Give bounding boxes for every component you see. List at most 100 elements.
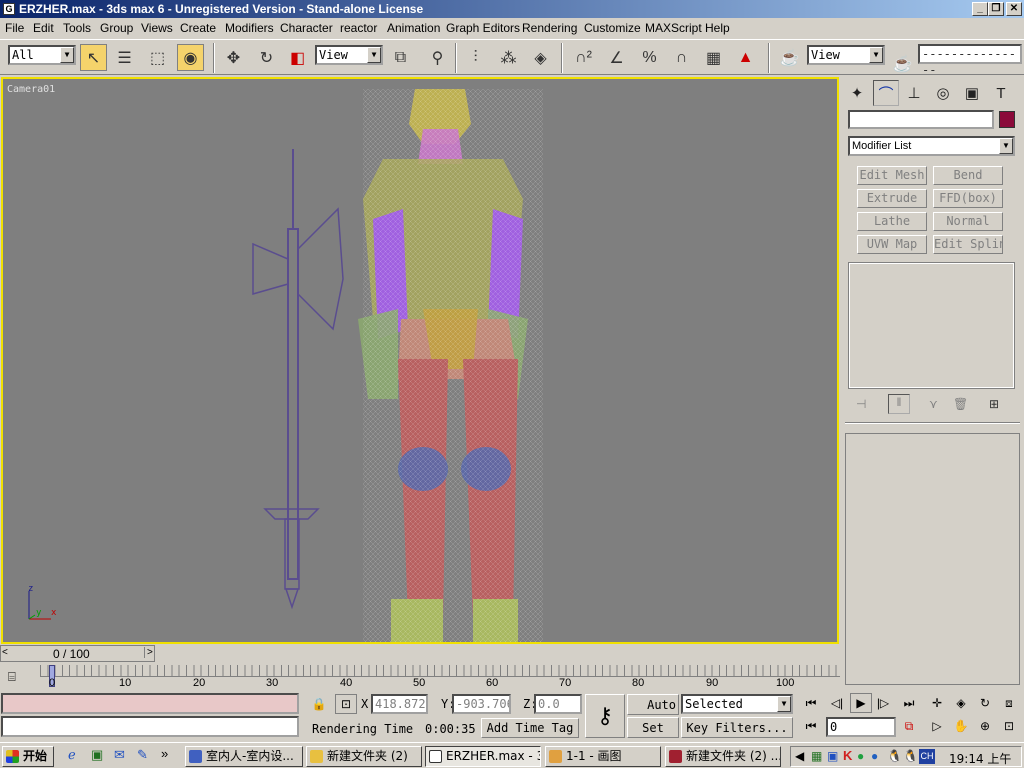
- render-view-dropdown[interactable]: View ▼: [807, 45, 885, 65]
- camera-viewport[interactable]: Camera01 z y x: [1, 77, 839, 644]
- edit-spline-button[interactable]: Edit Spline: [933, 235, 1003, 254]
- outlook-icon[interactable]: ✉: [114, 747, 125, 763]
- array-icon[interactable]: ⁂: [495, 44, 522, 71]
- character-wireframe[interactable]: [358, 89, 543, 642]
- play-icon[interactable]: ▶: [850, 693, 872, 713]
- menu-graph-editors[interactable]: Graph Editors: [446, 21, 520, 35]
- modifier-stack[interactable]: [848, 262, 1015, 389]
- material-editor-icon[interactable]: ▦: [700, 44, 727, 71]
- bend-button[interactable]: Bend: [933, 166, 1003, 185]
- set-key-button[interactable]: Set Key: [627, 717, 679, 755]
- window-crossing-button[interactable]: ◉: [177, 44, 204, 71]
- track-bar-ruler[interactable]: [40, 665, 840, 677]
- maxscript-listener-mini[interactable]: [1, 693, 299, 714]
- slider-prev-icon[interactable]: <: [2, 647, 8, 658]
- 3ds-max-icon[interactable]: G: [3, 3, 15, 15]
- notepad-icon[interactable]: ✎: [137, 747, 148, 763]
- key-mode-dropdown[interactable]: Selected ▼: [681, 694, 793, 714]
- snap-toggle-icon[interactable]: ∩²: [570, 44, 597, 71]
- pin-stack-icon[interactable]: ⊣: [856, 397, 866, 411]
- zoom-all-icon[interactable]: ◈: [950, 693, 972, 713]
- go-to-end-icon[interactable]: ⏭: [898, 693, 920, 713]
- select-object-button[interactable]: ↖: [80, 44, 107, 71]
- remove-modifier-icon[interactable]: 🗑: [953, 397, 968, 411]
- slider-next-icon[interactable]: >: [144, 647, 153, 658]
- quick-render-icon[interactable]: ☕: [889, 50, 916, 77]
- menu-character[interactable]: Character: [280, 21, 333, 35]
- quick-launch-more-icon[interactable]: »: [161, 746, 168, 761]
- rotate-icon[interactable]: ↻: [253, 44, 280, 71]
- ffd-box-button[interactable]: FFD(box): [933, 189, 1003, 208]
- named-selection-set-field[interactable]: ---------------: [918, 44, 1022, 77]
- lock-icon[interactable]: 🔒: [308, 694, 330, 714]
- desktop-icon[interactable]: ▣: [91, 747, 103, 763]
- go-to-start-icon[interactable]: ⏮: [800, 693, 822, 713]
- z-coordinate-field[interactable]: 0.0: [534, 694, 582, 714]
- motion-tab-icon[interactable]: ◎: [930, 80, 956, 106]
- menu-reactor[interactable]: reactor: [340, 21, 377, 35]
- menu-file[interactable]: File: [5, 21, 24, 35]
- y-coordinate-field[interactable]: -903.706: [452, 694, 511, 714]
- zoom-icon[interactable]: ✛: [926, 693, 948, 713]
- tray-app-icon[interactable]: ●: [857, 749, 864, 763]
- render-scene-icon[interactable]: ☕: [776, 44, 803, 71]
- close-button[interactable]: ✕: [1006, 2, 1022, 16]
- prompt-line[interactable]: [1, 716, 299, 737]
- menu-views[interactable]: Views: [141, 21, 173, 35]
- edit-mesh-button[interactable]: Edit Mesh: [857, 166, 927, 185]
- k-app-icon[interactable]: K: [843, 748, 852, 763]
- utilities-tab-icon[interactable]: T: [988, 80, 1014, 106]
- object-name-field[interactable]: [848, 110, 994, 129]
- halberd-wireframe[interactable]: [252, 149, 344, 610]
- task-button[interactable]: ERZHER.max - 3...: [425, 746, 541, 767]
- task-button[interactable]: 室内人-室内设...: [185, 746, 303, 767]
- start-button[interactable]: 开始: [2, 746, 54, 767]
- mirror-icon[interactable]: ⫶: [462, 44, 489, 71]
- pivot-center-icon[interactable]: ⧉: [387, 44, 414, 71]
- angle-snap-icon[interactable]: ∠: [603, 44, 630, 71]
- uvw-map-button[interactable]: UVW Map: [857, 235, 927, 254]
- ie-icon[interactable]: ℯ: [68, 747, 76, 763]
- configure-modifier-sets-icon[interactable]: ⊞: [989, 397, 999, 411]
- show-end-result-icon[interactable]: ‖: [888, 394, 910, 414]
- tray-app-icon[interactable]: ▣: [827, 749, 838, 763]
- modify-tab-icon[interactable]: ⌒: [873, 80, 899, 106]
- track-bar-toggle-icon[interactable]: ⌸: [8, 669, 32, 687]
- menu-edit[interactable]: Edit: [33, 21, 54, 35]
- menu-modifiers[interactable]: Modifiers: [225, 21, 274, 35]
- menu-maxscript[interactable]: MAXScript: [645, 21, 702, 35]
- task-button[interactable]: 新建文件夹 (2) ...: [665, 746, 781, 767]
- task-button[interactable]: 1-1 - 画图: [545, 746, 661, 767]
- absolute-mode-icon[interactable]: ⊡: [335, 694, 357, 714]
- menu-help[interactable]: Help: [705, 21, 730, 35]
- hierarchy-tab-icon[interactable]: ⊥: [901, 80, 927, 106]
- menu-rendering[interactable]: Rendering: [522, 21, 577, 35]
- restore-button[interactable]: ❐: [988, 2, 1004, 16]
- field-of-view-icon[interactable]: ▷: [926, 716, 948, 736]
- align-icon[interactable]: ◈: [527, 44, 554, 71]
- language-indicator[interactable]: CH: [919, 749, 935, 764]
- current-frame-field[interactable]: 0: [826, 717, 896, 737]
- orbit-icon[interactable]: ↻: [974, 693, 996, 713]
- zoom-extents-icon[interactable]: ⧈: [998, 693, 1020, 713]
- volume-icon[interactable]: ◀: [795, 749, 804, 763]
- key-mode-toggle-icon[interactable]: ⏮: [800, 716, 822, 736]
- menu-animation[interactable]: Animation: [387, 21, 440, 35]
- add-time-tag-button[interactable]: Add Time Tag: [481, 718, 579, 738]
- selection-filter-dropdown[interactable]: All ▼: [8, 45, 76, 65]
- minimize-button[interactable]: _: [972, 2, 988, 16]
- create-tab-icon[interactable]: ✦: [844, 80, 870, 106]
- object-color-swatch[interactable]: [999, 111, 1015, 128]
- menu-tools[interactable]: Tools: [63, 21, 91, 35]
- display-tab-icon[interactable]: ▣: [959, 80, 985, 106]
- x-coordinate-field[interactable]: 418.872: [371, 694, 428, 714]
- make-unique-icon[interactable]: ⋎: [929, 397, 938, 411]
- pan-icon[interactable]: ✋: [950, 716, 972, 736]
- task-button[interactable]: 新建文件夹 (2): [306, 746, 422, 767]
- menu-group[interactable]: Group: [100, 21, 133, 35]
- qq-icon[interactable]: 🐧: [887, 749, 902, 763]
- reference-coordinate-dropdown[interactable]: View ▼: [315, 45, 383, 65]
- extrude-button[interactable]: Extrude: [857, 189, 927, 208]
- select-by-name-button[interactable]: ☰: [111, 44, 138, 71]
- arc-rotate-icon[interactable]: ⊕: [974, 716, 996, 736]
